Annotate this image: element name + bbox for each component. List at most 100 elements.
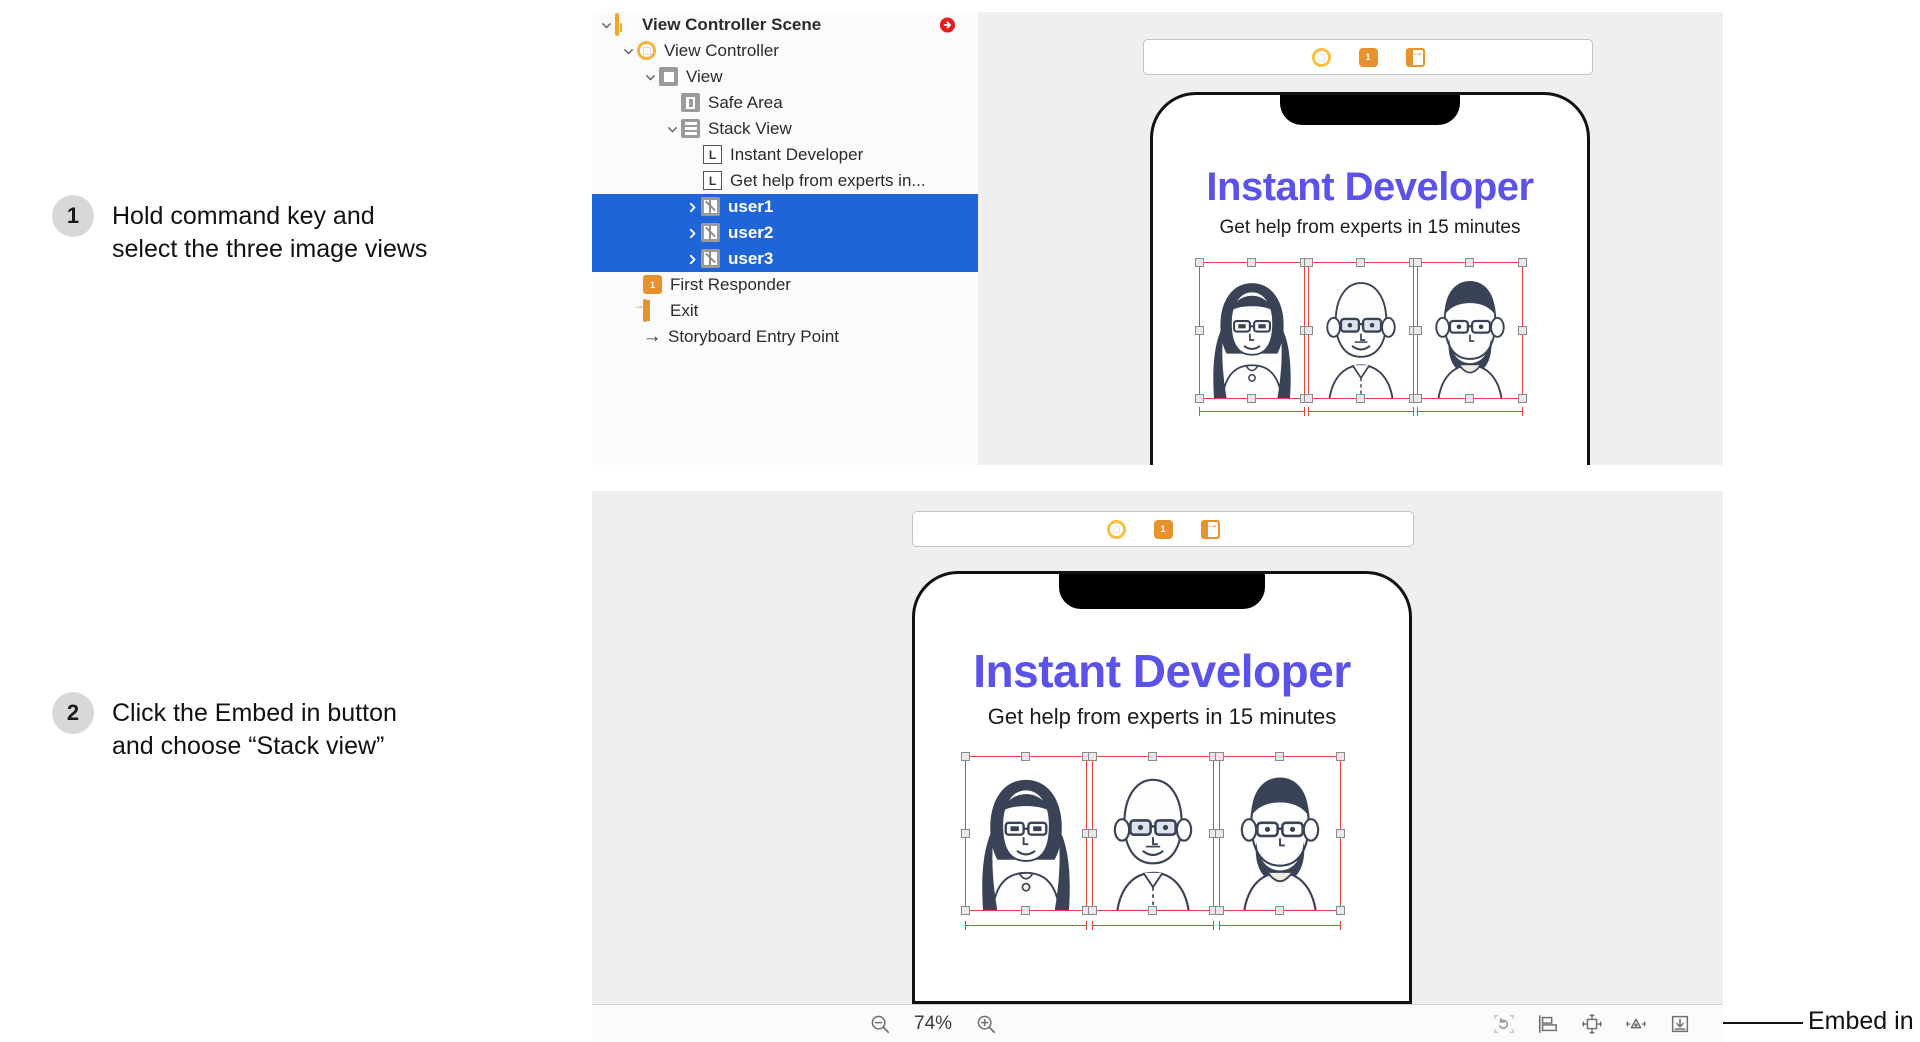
image-view-user2-top[interactable]: [1308, 262, 1414, 399]
image-view-icon: [701, 223, 721, 243]
disclosure-triangle-icon[interactable]: [598, 20, 614, 31]
disclosure-triangle-icon[interactable]: [684, 228, 700, 239]
resize-handle[interactable]: [1247, 258, 1256, 267]
scene-dock-bar-bottom[interactable]: 1: [912, 511, 1414, 547]
safe-area-icon: [681, 93, 701, 113]
resize-handle[interactable]: [1356, 394, 1365, 403]
image-view-user3-bottom[interactable]: [1219, 756, 1341, 911]
zoom-in-icon[interactable]: [974, 1012, 998, 1036]
width-constraint-guide: [1417, 411, 1523, 412]
resize-handle[interactable]: [1088, 829, 1097, 838]
resize-handle[interactable]: [1465, 258, 1474, 267]
resize-handle[interactable]: [1518, 394, 1527, 403]
resize-handle[interactable]: [1518, 326, 1527, 335]
resize-handle[interactable]: [1275, 752, 1284, 761]
resize-handle[interactable]: [961, 752, 970, 761]
xcode-panel-top: View Controller Scene View Controller Vi…: [592, 12, 1723, 465]
resize-handle[interactable]: [1021, 752, 1030, 761]
disclosure-triangle-icon[interactable]: [684, 254, 700, 265]
tree-row-label: View: [686, 67, 723, 87]
resize-handle[interactable]: [1518, 258, 1527, 267]
resize-handle[interactable]: [1304, 394, 1313, 403]
tree-row-label-instant-developer[interactable]: L Instant Developer: [592, 142, 978, 168]
resize-handle[interactable]: [1148, 906, 1157, 915]
preview-title-top: Instant Developer: [1153, 165, 1587, 210]
error-badge-icon[interactable]: [939, 17, 956, 34]
image-views-row-bottom[interactable]: [965, 756, 1341, 911]
tree-row-view-controller-scene[interactable]: View Controller Scene: [592, 12, 978, 38]
tree-row-user1[interactable]: user1: [592, 194, 978, 220]
resize-handle[interactable]: [1148, 752, 1157, 761]
resize-handle[interactable]: [1304, 258, 1313, 267]
phone-preview-bottom[interactable]: Instant Developer Get help from experts …: [912, 571, 1412, 1004]
resize-handle[interactable]: [1247, 394, 1256, 403]
annotation-step-2-number: 2: [52, 692, 94, 734]
tree-row-label: Storyboard Entry Point: [668, 327, 839, 347]
resize-handle[interactable]: [1356, 258, 1365, 267]
image-view-user2-bottom[interactable]: [1092, 756, 1214, 911]
image-view-user3-top[interactable]: [1417, 262, 1523, 399]
tree-row-user2[interactable]: user2: [592, 220, 978, 246]
tree-row-label-get-help[interactable]: L Get help from experts in...: [592, 168, 978, 194]
resize-handle[interactable]: [1413, 326, 1422, 335]
tree-row-first-responder[interactable]: 1 First Responder: [592, 272, 978, 298]
resize-handle[interactable]: [1195, 394, 1204, 403]
resize-handle[interactable]: [1275, 906, 1284, 915]
resize-handle[interactable]: [1336, 752, 1345, 761]
tree-row-label: Safe Area: [708, 93, 783, 113]
canvas-top[interactable]: 1 Instant Developer Get help from expert…: [978, 12, 1723, 465]
zoom-out-icon[interactable]: [868, 1012, 892, 1036]
tree-row-storyboard-entry-point[interactable]: → Storyboard Entry Point: [592, 324, 978, 350]
resize-handle[interactable]: [961, 906, 970, 915]
image-view-user1-bottom[interactable]: [965, 756, 1087, 911]
align-button[interactable]: [1536, 1012, 1560, 1036]
resize-handle[interactable]: [1465, 394, 1474, 403]
embed-in-button[interactable]: [1668, 1012, 1692, 1036]
annotation-column: 1 Hold command key and select the three …: [0, 0, 592, 1041]
resize-handle[interactable]: [1413, 394, 1422, 403]
view-controller-dock-icon[interactable]: [1312, 48, 1331, 67]
image-views-row-top[interactable]: [1199, 262, 1523, 399]
resize-handle[interactable]: [1413, 258, 1422, 267]
first-responder-dock-icon[interactable]: 1: [1359, 48, 1378, 67]
resize-handle[interactable]: [961, 829, 970, 838]
tree-row-view-controller[interactable]: View Controller: [592, 38, 978, 64]
resize-handle[interactable]: [1215, 906, 1224, 915]
tree-row-stack-view[interactable]: Stack View: [592, 116, 978, 142]
disclosure-triangle-icon[interactable]: [620, 46, 636, 57]
canvas-bottom[interactable]: 1 Instant Developer Get help from expert…: [592, 491, 1723, 1004]
resolve-auto-layout-issues-button[interactable]: [1624, 1012, 1648, 1036]
image-view-user1-top[interactable]: [1199, 262, 1305, 399]
scene-dock-bar[interactable]: 1: [1143, 39, 1593, 75]
resize-handle[interactable]: [1215, 829, 1224, 838]
resize-handle[interactable]: [1195, 326, 1204, 335]
auto-layout-controls: [1492, 1005, 1692, 1042]
view-controller-dock-icon[interactable]: [1107, 520, 1126, 539]
disclosure-triangle-icon[interactable]: [684, 202, 700, 213]
update-frames-button[interactable]: [1492, 1012, 1516, 1036]
preview-title-bottom: Instant Developer: [915, 644, 1409, 698]
tree-row-safe-area[interactable]: Safe Area: [592, 90, 978, 116]
exit-dock-icon[interactable]: [1201, 520, 1220, 539]
document-outline[interactable]: View Controller Scene View Controller Vi…: [592, 12, 979, 465]
tree-row-exit[interactable]: Exit: [592, 298, 978, 324]
add-new-constraints-button[interactable]: [1580, 1012, 1604, 1036]
resize-handle[interactable]: [1088, 752, 1097, 761]
resize-handle[interactable]: [1195, 258, 1204, 267]
resize-handle[interactable]: [1304, 326, 1313, 335]
disclosure-triangle-icon[interactable]: [664, 124, 680, 135]
phone-preview-top[interactable]: Instant Developer Get help from experts …: [1150, 92, 1590, 465]
tree-row-view[interactable]: View: [592, 64, 978, 90]
tree-row-user3[interactable]: user3: [592, 246, 978, 272]
tree-row-label: user2: [728, 223, 773, 243]
disclosure-triangle-icon[interactable]: [642, 72, 658, 83]
first-responder-dock-icon[interactable]: 1: [1154, 520, 1173, 539]
exit-dock-icon[interactable]: [1406, 48, 1425, 67]
resize-handle[interactable]: [1088, 906, 1097, 915]
resize-handle[interactable]: [1336, 906, 1345, 915]
resize-handle[interactable]: [1336, 829, 1345, 838]
tree-row-label: Get help from experts in...: [730, 171, 926, 191]
selection-box: [1417, 262, 1523, 399]
resize-handle[interactable]: [1215, 752, 1224, 761]
resize-handle[interactable]: [1021, 906, 1030, 915]
